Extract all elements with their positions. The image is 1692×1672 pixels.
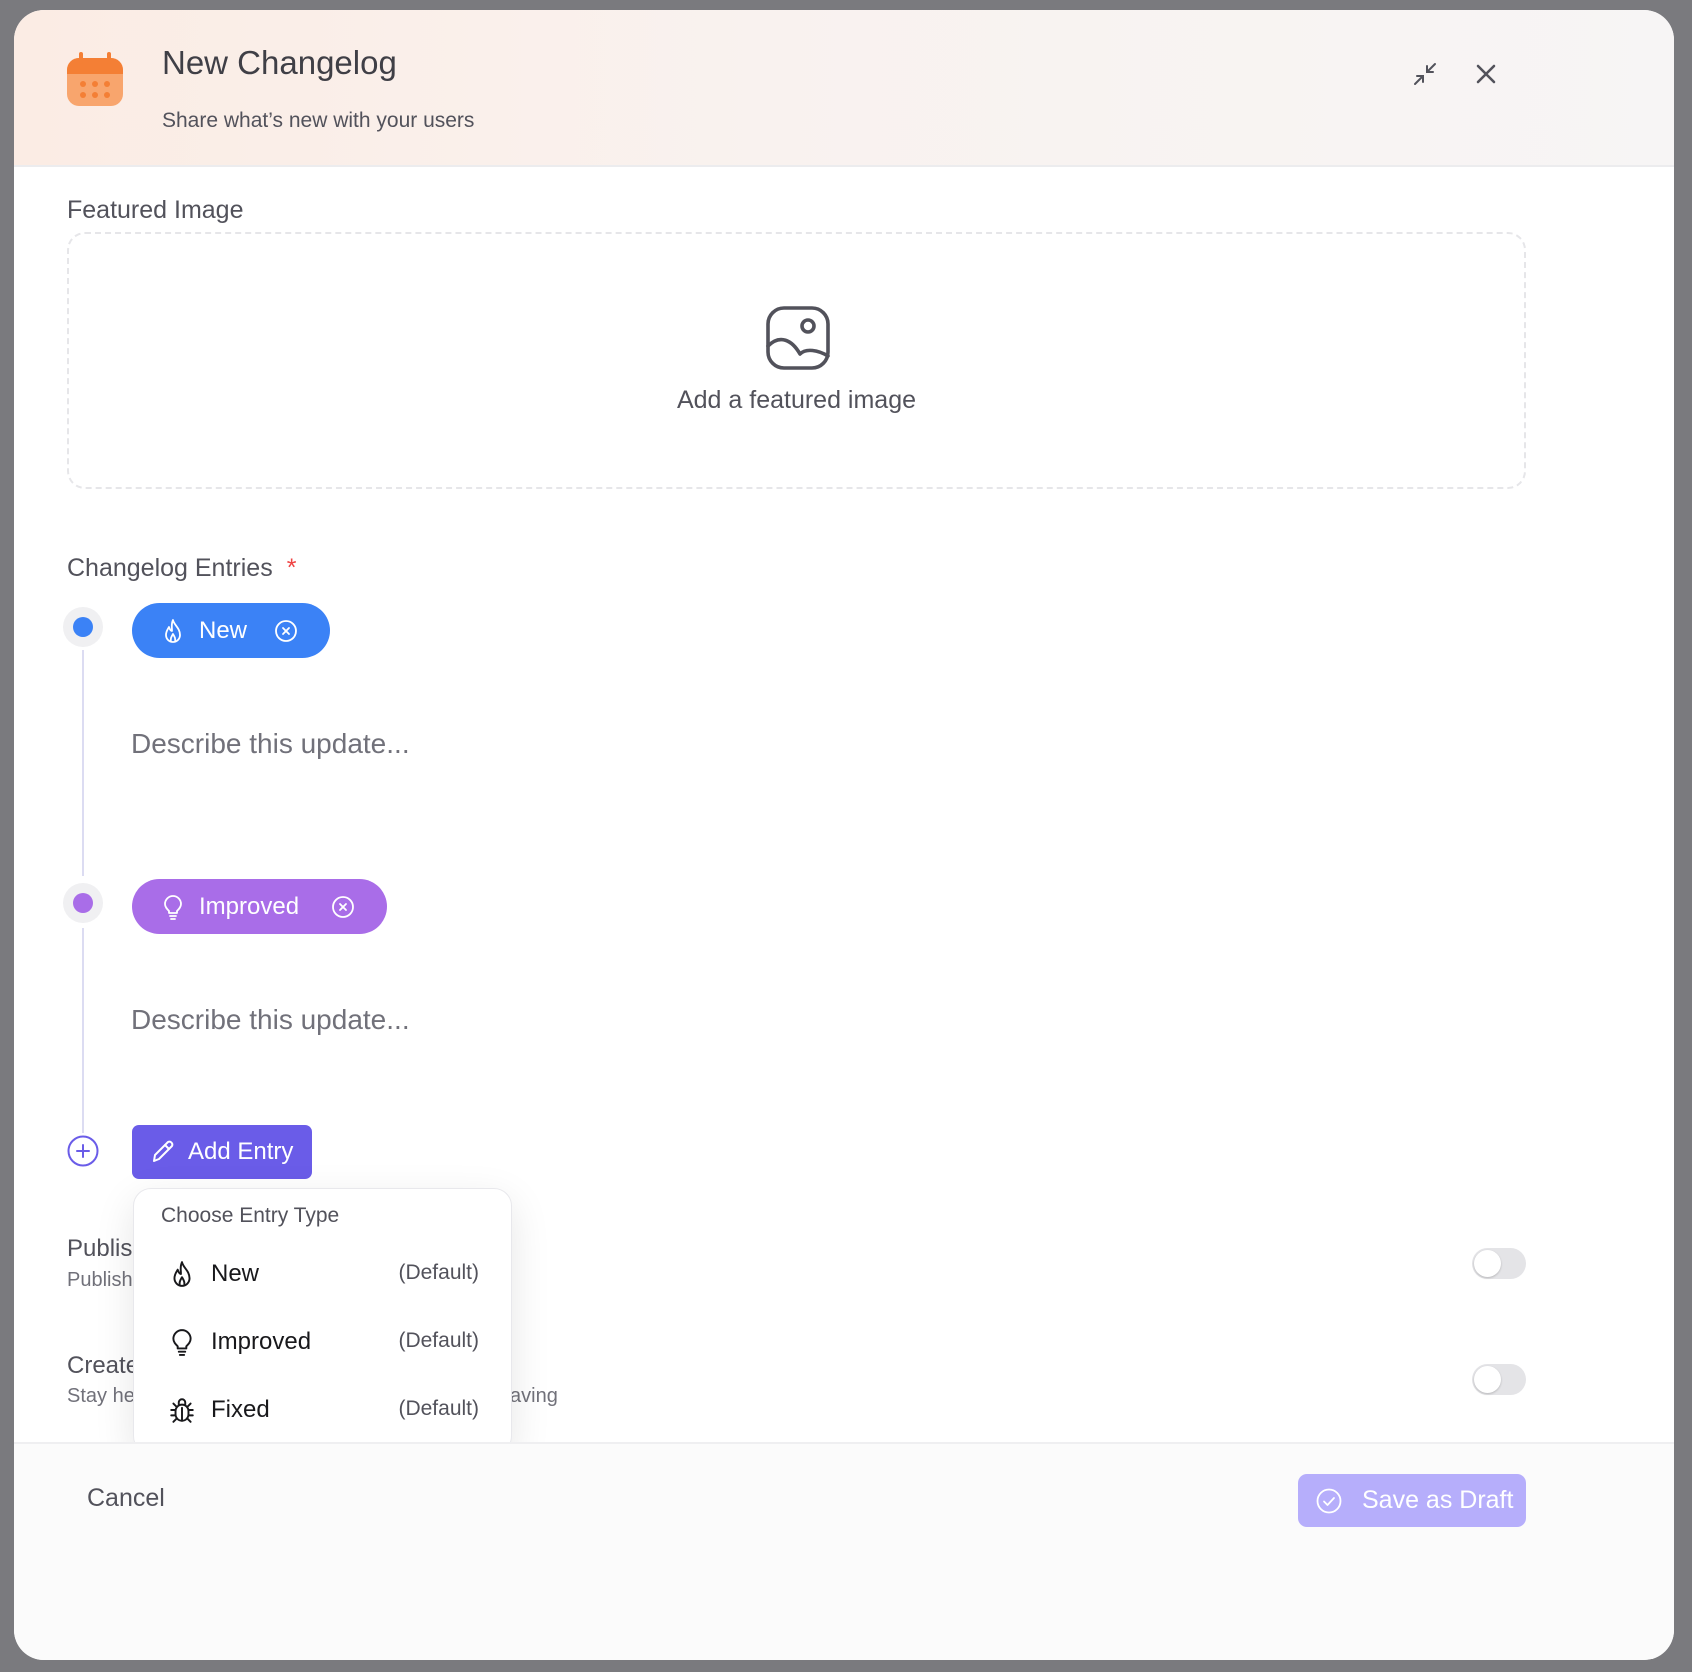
add-circle-icon[interactable]: [67, 1135, 99, 1167]
close-icon[interactable]: [1470, 58, 1502, 90]
featured-image-label: Featured Image: [67, 196, 244, 224]
add-entry-label: Add Entry: [188, 1138, 294, 1165]
calendar-icon: [67, 52, 123, 106]
flame-icon: [173, 1261, 191, 1287]
add-entry-button[interactable]: Add Entry: [132, 1125, 312, 1179]
remove-entry-icon[interactable]: [274, 619, 298, 643]
lightbulb-icon: [164, 894, 182, 920]
changelog-modal: New Changelog Share what’s new with your…: [14, 10, 1674, 1660]
dropdown-item-label: Improved: [211, 1328, 312, 1355]
bug-icon: [170, 1398, 194, 1423]
dropdown-item-label: New: [211, 1260, 260, 1287]
dropdown-item-tag: (Default): [398, 1261, 479, 1284]
save-draft-button[interactable]: Save as Draft: [1298, 1474, 1526, 1527]
dropdown-item-fixed[interactable]: Fixed (Default): [146, 1382, 499, 1438]
required-marker: *: [286, 554, 297, 582]
lightbulb-icon: [172, 1329, 192, 1356]
dropdown-item-tag: (Default): [398, 1329, 479, 1352]
entry-type-pill-improved[interactable]: Improved: [132, 879, 387, 934]
modal-title: New Changelog: [162, 44, 397, 81]
publish-setting-description: Publish: [67, 1269, 133, 1291]
create-toggle[interactable]: [1472, 1364, 1526, 1395]
save-draft-label: Save as Draft: [1362, 1486, 1514, 1514]
create-setting-description: Stay he: [67, 1385, 135, 1407]
remove-entry-icon[interactable]: [331, 895, 355, 919]
featured-image-cta: Add a featured image: [676, 386, 917, 414]
entry-timeline-dot: [63, 883, 103, 923]
entry-type-pill-new[interactable]: New: [132, 603, 330, 658]
publish-setting-title: Publis: [67, 1235, 133, 1262]
changelog-entries-label: Changelog Entries *: [67, 554, 296, 583]
timeline-line: [82, 650, 84, 876]
image-icon: [766, 306, 830, 370]
pencil-icon: [153, 1140, 174, 1162]
changelog-entries-label-text: Changelog Entries: [67, 554, 273, 582]
featured-image-dropzone[interactable]: Add a featured image: [67, 232, 1526, 489]
cancel-button[interactable]: Cancel: [87, 1484, 165, 1513]
entry-timeline-dot: [63, 607, 103, 647]
dropdown-title: Choose Entry Type: [161, 1204, 340, 1227]
flame-icon: [165, 618, 181, 643]
entry-type-label: New: [199, 616, 248, 644]
modal-header: New Changelog Share what’s new with your…: [14, 10, 1674, 167]
create-setting-description-tail: aving: [510, 1385, 558, 1407]
timeline-line: [82, 928, 84, 1133]
minimize-icon[interactable]: [1409, 58, 1441, 90]
modal-subtitle: Share what’s new with your users: [162, 109, 475, 132]
publish-toggle[interactable]: [1472, 1248, 1526, 1279]
entry-type-label: Improved: [199, 892, 300, 920]
entry-type-dropdown: Choose Entry Type New (Default) Improved…: [133, 1188, 512, 1454]
dropdown-item-improved[interactable]: Improved (Default): [146, 1314, 499, 1370]
check-circle-icon: [1316, 1488, 1342, 1513]
dropdown-item-new[interactable]: New (Default): [146, 1246, 499, 1302]
entry-description-input[interactable]: Describe this update...: [131, 1004, 1431, 1036]
create-setting-title: Create: [67, 1352, 140, 1379]
dropdown-item-label: Fixed: [211, 1396, 270, 1423]
entry-description-input[interactable]: Describe this update...: [131, 728, 1431, 760]
dropdown-item-tag: (Default): [398, 1397, 479, 1420]
